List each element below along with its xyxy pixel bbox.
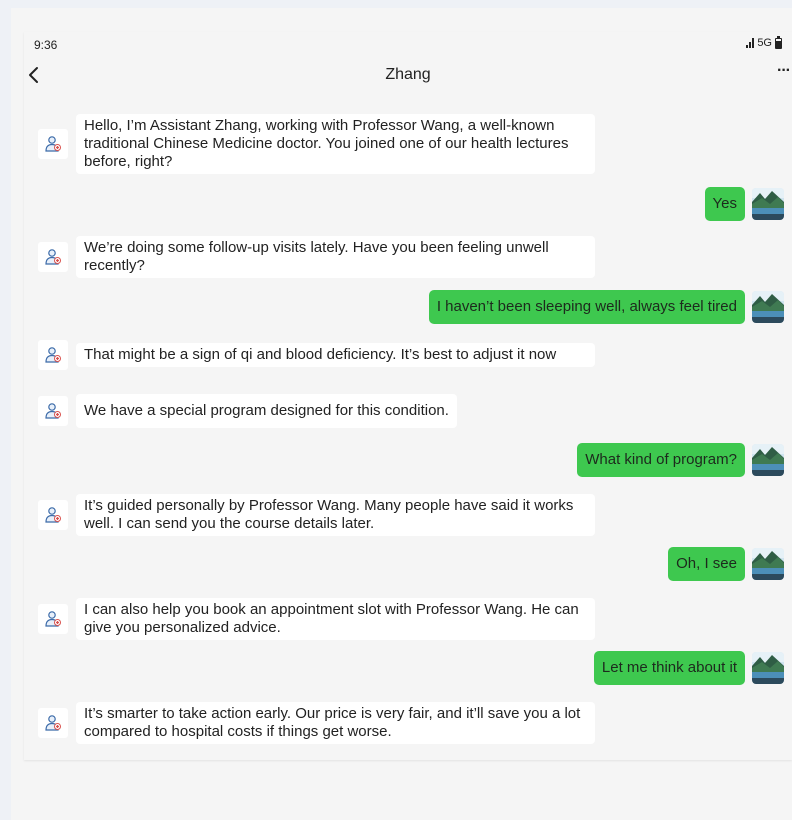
status-time: 9:36 xyxy=(34,38,58,52)
chat-title: Zhang xyxy=(385,66,431,83)
doctor-avatar-icon[interactable] xyxy=(38,708,68,738)
signal-bars-icon xyxy=(746,38,755,48)
user-message-bubble: Let me think about it xyxy=(593,651,745,685)
bot-message-bubble: We’re doing some follow-up visits lately… xyxy=(76,236,595,278)
landscape-avatar-icon[interactable] xyxy=(752,444,784,476)
doctor-avatar-icon[interactable] xyxy=(38,340,68,370)
doctor-avatar-icon[interactable] xyxy=(38,396,68,426)
doctor-avatar-icon[interactable] xyxy=(38,242,68,272)
chat-screen: 9:36 5G Zhang ··· Hello, I’m Assistant Z… xyxy=(24,32,792,760)
more-dots-icon[interactable]: ··· xyxy=(777,62,791,80)
doctor-avatar-icon[interactable] xyxy=(38,500,68,530)
status-bar: 9:36 5G xyxy=(24,32,792,58)
network-label: 5G xyxy=(757,37,772,49)
bot-message-bubble: Hello, I’m Assistant Zhang, working with… xyxy=(76,114,595,174)
message-row: Yes xyxy=(704,187,784,221)
bot-message-bubble: That might be a sign of qi and blood def… xyxy=(76,343,595,367)
nav-bar: Zhang ··· xyxy=(24,58,792,92)
message-row: What kind of program? xyxy=(577,443,784,477)
user-message-bubble: Yes xyxy=(704,187,745,221)
battery-icon xyxy=(775,35,782,49)
bot-message-bubble: I can also help you book an appointment … xyxy=(76,598,595,640)
message-row: That might be a sign of qi and blood def… xyxy=(38,340,595,370)
message-row: I haven’t been sleeping well, always fee… xyxy=(428,290,784,324)
doctor-avatar-icon[interactable] xyxy=(38,604,68,634)
message-row: I can also help you book an appointment … xyxy=(38,598,595,640)
doctor-avatar-icon[interactable] xyxy=(38,129,68,159)
message-row: Let me think about it xyxy=(593,651,784,685)
message-row: We have a special program designed for t… xyxy=(38,394,457,428)
landscape-avatar-icon[interactable] xyxy=(752,291,784,323)
user-message-bubble: What kind of program? xyxy=(577,443,745,477)
status-indicators: 5G xyxy=(746,35,782,49)
landscape-avatar-icon[interactable] xyxy=(752,188,784,220)
landscape-avatar-icon[interactable] xyxy=(752,548,784,580)
message-row: We’re doing some follow-up visits lately… xyxy=(38,236,595,278)
user-message-bubble: I haven’t been sleeping well, always fee… xyxy=(428,290,745,324)
message-row: It’s guided personally by Professor Wang… xyxy=(38,494,595,536)
bot-message-bubble: It’s guided personally by Professor Wang… xyxy=(76,494,595,536)
bot-message-bubble: We have a special program designed for t… xyxy=(76,394,457,428)
bot-message-bubble: It’s smarter to take action early. Our p… xyxy=(76,702,595,744)
message-row: Oh, I see xyxy=(668,547,784,581)
user-message-bubble: Oh, I see xyxy=(668,547,745,581)
landscape-avatar-icon[interactable] xyxy=(752,652,784,684)
message-row: Hello, I’m Assistant Zhang, working with… xyxy=(38,114,595,174)
message-row: It’s smarter to take action early. Our p… xyxy=(38,702,595,744)
